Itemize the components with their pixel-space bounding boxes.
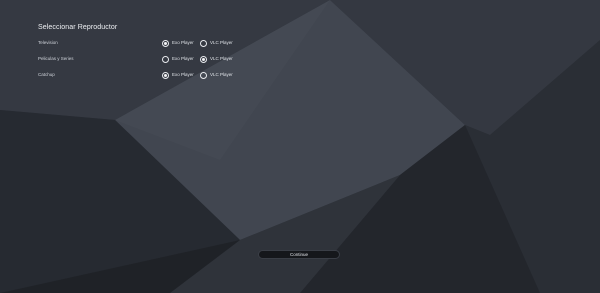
continue-button[interactable]: Continue <box>258 250 340 259</box>
radio-catchup-vlc[interactable]: VLC Player <box>200 71 233 79</box>
row-label: Catchup <box>38 72 55 77</box>
radio-television-exo[interactable]: Exo Player <box>162 39 194 47</box>
radio-television-vlc[interactable]: VLC Player <box>200 39 233 47</box>
radio-label: VLC Player <box>210 72 233 77</box>
radio-label: Exo Player <box>172 72 194 77</box>
row-label: Peliculas y Series <box>38 56 74 61</box>
radio-label: Exo Player <box>172 56 194 61</box>
player-selection-screen: Seleccionar Reproductor Television Exo P… <box>0 0 600 293</box>
radio-label: Exo Player <box>172 40 194 45</box>
player-row-television: Television Exo Player VLC Player <box>38 39 278 50</box>
player-row-catchup: Catchup Exo Player VLC Player <box>38 71 278 82</box>
radio-movies-vlc[interactable]: VLC Player <box>200 55 233 63</box>
row-label: Television <box>38 40 58 45</box>
radio-label: VLC Player <box>210 40 233 45</box>
radio-unchecked-icon <box>200 71 207 79</box>
radio-checked-icon <box>162 39 169 47</box>
radio-movies-exo[interactable]: Exo Player <box>162 55 194 63</box>
player-row-movies-series: Peliculas y Series Exo Player VLC Player <box>38 55 278 66</box>
radio-unchecked-icon <box>200 39 207 47</box>
radio-checked-icon <box>200 55 207 63</box>
radio-checked-icon <box>162 71 169 79</box>
page-title: Seleccionar Reproductor <box>38 24 118 31</box>
radio-catchup-exo[interactable]: Exo Player <box>162 71 194 79</box>
radio-unchecked-icon <box>162 55 169 63</box>
radio-label: VLC Player <box>210 56 233 61</box>
